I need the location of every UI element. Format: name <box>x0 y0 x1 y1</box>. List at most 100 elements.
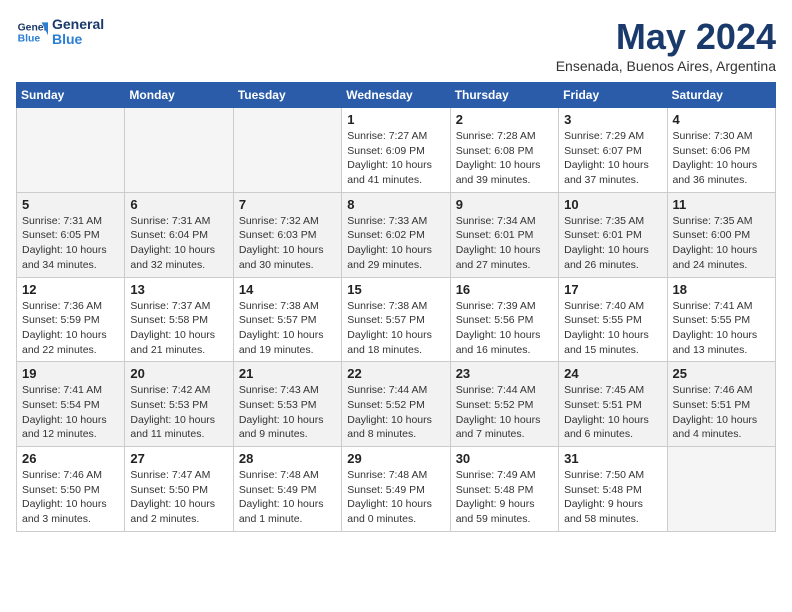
logo-icon: General Blue <box>16 16 48 48</box>
day-info: Sunrise: 7:44 AM Sunset: 5:52 PM Dayligh… <box>456 383 553 442</box>
day-info: Sunrise: 7:50 AM Sunset: 5:48 PM Dayligh… <box>564 468 661 527</box>
day-number: 19 <box>22 366 119 381</box>
day-number: 9 <box>456 197 553 212</box>
day-number: 4 <box>673 112 770 127</box>
calendar-day-cell: 26 Sunrise: 7:46 AM Sunset: 5:50 PM Dayli… <box>17 447 125 532</box>
calendar-week-row: 1 Sunrise: 7:27 AM Sunset: 6:09 PM Daylig… <box>17 108 776 193</box>
day-number: 7 <box>239 197 336 212</box>
day-number: 24 <box>564 366 661 381</box>
day-info: Sunrise: 7:37 AM Sunset: 5:58 PM Dayligh… <box>130 299 227 358</box>
title-block: May 2024 Ensenada, Buenos Aires, Argenti… <box>556 16 776 74</box>
calendar-day-cell: 22Sunrise: 7:44 AM Sunset: 5:52 PM Dayli… <box>342 362 450 447</box>
calendar-day-cell: 7 Sunrise: 7:32 AM Sunset: 6:03 PM Daylig… <box>233 192 341 277</box>
calendar-day-cell: 17Sunrise: 7:40 AM Sunset: 5:55 PM Dayli… <box>559 277 667 362</box>
calendar-day-cell <box>233 108 341 193</box>
calendar-day-cell: 23 Sunrise: 7:44 AM Sunset: 5:52 PM Dayli… <box>450 362 558 447</box>
calendar-week-row: 5Sunrise: 7:31 AM Sunset: 6:05 PM Daylig… <box>17 192 776 277</box>
calendar-day-cell: 14Sunrise: 7:38 AM Sunset: 5:57 PM Dayli… <box>233 277 341 362</box>
day-info: Sunrise: 7:38 AM Sunset: 5:57 PM Dayligh… <box>347 299 444 358</box>
day-of-week-header: Sunday <box>17 83 125 108</box>
calendar-day-cell: 8 Sunrise: 7:33 AM Sunset: 6:02 PM Daylig… <box>342 192 450 277</box>
day-number: 11 <box>673 197 770 212</box>
day-number: 27 <box>130 451 227 466</box>
calendar-day-cell: 15 Sunrise: 7:38 AM Sunset: 5:57 PM Dayli… <box>342 277 450 362</box>
calendar-week-row: 12 Sunrise: 7:36 AM Sunset: 5:59 PM Dayli… <box>17 277 776 362</box>
calendar-day-cell: 5Sunrise: 7:31 AM Sunset: 6:05 PM Daylig… <box>17 192 125 277</box>
calendar-day-cell: 28Sunrise: 7:48 AM Sunset: 5:49 PM Dayli… <box>233 447 341 532</box>
day-number: 10 <box>564 197 661 212</box>
day-info: Sunrise: 7:41 AM Sunset: 5:54 PM Dayligh… <box>22 383 119 442</box>
logo: General Blue General Blue <box>16 16 104 48</box>
day-info: Sunrise: 7:49 AM Sunset: 5:48 PM Dayligh… <box>456 468 553 527</box>
logo-blue: Blue <box>52 32 104 47</box>
day-info: Sunrise: 7:27 AM Sunset: 6:09 PM Dayligh… <box>347 129 444 188</box>
calendar-header-row: SundayMondayTuesdayWednesdayThursdayFrid… <box>17 83 776 108</box>
logo-general: General <box>52 17 104 32</box>
calendar-day-cell: 19 Sunrise: 7:41 AM Sunset: 5:54 PM Dayli… <box>17 362 125 447</box>
calendar-day-cell <box>17 108 125 193</box>
day-number: 1 <box>347 112 444 127</box>
calendar-day-cell: 12 Sunrise: 7:36 AM Sunset: 5:59 PM Dayli… <box>17 277 125 362</box>
day-number: 3 <box>564 112 661 127</box>
day-of-week-header: Friday <box>559 83 667 108</box>
day-info: Sunrise: 7:45 AM Sunset: 5:51 PM Dayligh… <box>564 383 661 442</box>
calendar-day-cell: 31 Sunrise: 7:50 AM Sunset: 5:48 PM Dayli… <box>559 447 667 532</box>
day-number: 6 <box>130 197 227 212</box>
calendar-day-cell: 18 Sunrise: 7:41 AM Sunset: 5:55 PM Dayli… <box>667 277 775 362</box>
day-number: 29 <box>347 451 444 466</box>
day-of-week-header: Wednesday <box>342 83 450 108</box>
day-number: 23 <box>456 366 553 381</box>
day-info: Sunrise: 7:35 AM Sunset: 6:00 PM Dayligh… <box>673 214 770 273</box>
day-of-week-header: Saturday <box>667 83 775 108</box>
day-number: 12 <box>22 282 119 297</box>
day-number: 21 <box>239 366 336 381</box>
day-info: Sunrise: 7:38 AM Sunset: 5:57 PM Dayligh… <box>239 299 336 358</box>
day-number: 26 <box>22 451 119 466</box>
calendar-day-cell <box>667 447 775 532</box>
calendar-day-cell: 3Sunrise: 7:29 AM Sunset: 6:07 PM Daylig… <box>559 108 667 193</box>
day-info: Sunrise: 7:35 AM Sunset: 6:01 PM Dayligh… <box>564 214 661 273</box>
day-info: Sunrise: 7:31 AM Sunset: 6:04 PM Dayligh… <box>130 214 227 273</box>
calendar-day-cell: 1 Sunrise: 7:27 AM Sunset: 6:09 PM Daylig… <box>342 108 450 193</box>
calendar-day-cell: 30 Sunrise: 7:49 AM Sunset: 5:48 PM Dayli… <box>450 447 558 532</box>
day-number: 2 <box>456 112 553 127</box>
day-info: Sunrise: 7:36 AM Sunset: 5:59 PM Dayligh… <box>22 299 119 358</box>
day-of-week-header: Monday <box>125 83 233 108</box>
day-number: 15 <box>347 282 444 297</box>
svg-text:Blue: Blue <box>18 34 41 45</box>
calendar-table: SundayMondayTuesdayWednesdayThursdayFrid… <box>16 82 776 532</box>
day-info: Sunrise: 7:48 AM Sunset: 5:49 PM Dayligh… <box>347 468 444 527</box>
day-info: Sunrise: 7:39 AM Sunset: 5:56 PM Dayligh… <box>456 299 553 358</box>
day-number: 28 <box>239 451 336 466</box>
day-info: Sunrise: 7:30 AM Sunset: 6:06 PM Dayligh… <box>673 129 770 188</box>
day-info: Sunrise: 7:28 AM Sunset: 6:08 PM Dayligh… <box>456 129 553 188</box>
day-info: Sunrise: 7:43 AM Sunset: 5:53 PM Dayligh… <box>239 383 336 442</box>
calendar-day-cell: 11 Sunrise: 7:35 AM Sunset: 6:00 PM Dayli… <box>667 192 775 277</box>
day-info: Sunrise: 7:40 AM Sunset: 5:55 PM Dayligh… <box>564 299 661 358</box>
day-info: Sunrise: 7:47 AM Sunset: 5:50 PM Dayligh… <box>130 468 227 527</box>
day-number: 13 <box>130 282 227 297</box>
calendar-day-cell: 21 Sunrise: 7:43 AM Sunset: 5:53 PM Dayli… <box>233 362 341 447</box>
day-info: Sunrise: 7:32 AM Sunset: 6:03 PM Dayligh… <box>239 214 336 273</box>
calendar-day-cell: 10 Sunrise: 7:35 AM Sunset: 6:01 PM Dayli… <box>559 192 667 277</box>
day-of-week-header: Tuesday <box>233 83 341 108</box>
calendar-day-cell: 24 Sunrise: 7:45 AM Sunset: 5:51 PM Dayli… <box>559 362 667 447</box>
calendar-day-cell: 29 Sunrise: 7:48 AM Sunset: 5:49 PM Dayli… <box>342 447 450 532</box>
day-info: Sunrise: 7:46 AM Sunset: 5:50 PM Dayligh… <box>22 468 119 527</box>
day-info: Sunrise: 7:41 AM Sunset: 5:55 PM Dayligh… <box>673 299 770 358</box>
page-header: General Blue General Blue May 2024 Ensen… <box>16 16 776 74</box>
calendar-week-row: 19 Sunrise: 7:41 AM Sunset: 5:54 PM Dayli… <box>17 362 776 447</box>
day-number: 20 <box>130 366 227 381</box>
day-info: Sunrise: 7:42 AM Sunset: 5:53 PM Dayligh… <box>130 383 227 442</box>
day-number: 18 <box>673 282 770 297</box>
day-info: Sunrise: 7:33 AM Sunset: 6:02 PM Dayligh… <box>347 214 444 273</box>
calendar-day-cell: 13 Sunrise: 7:37 AM Sunset: 5:58 PM Dayli… <box>125 277 233 362</box>
day-of-week-header: Thursday <box>450 83 558 108</box>
calendar-day-cell: 6 Sunrise: 7:31 AM Sunset: 6:04 PM Daylig… <box>125 192 233 277</box>
day-info: Sunrise: 7:31 AM Sunset: 6:05 PM Dayligh… <box>22 214 119 273</box>
day-number: 30 <box>456 451 553 466</box>
day-number: 8 <box>347 197 444 212</box>
day-number: 31 <box>564 451 661 466</box>
day-number: 16 <box>456 282 553 297</box>
day-info: Sunrise: 7:46 AM Sunset: 5:51 PM Dayligh… <box>673 383 770 442</box>
